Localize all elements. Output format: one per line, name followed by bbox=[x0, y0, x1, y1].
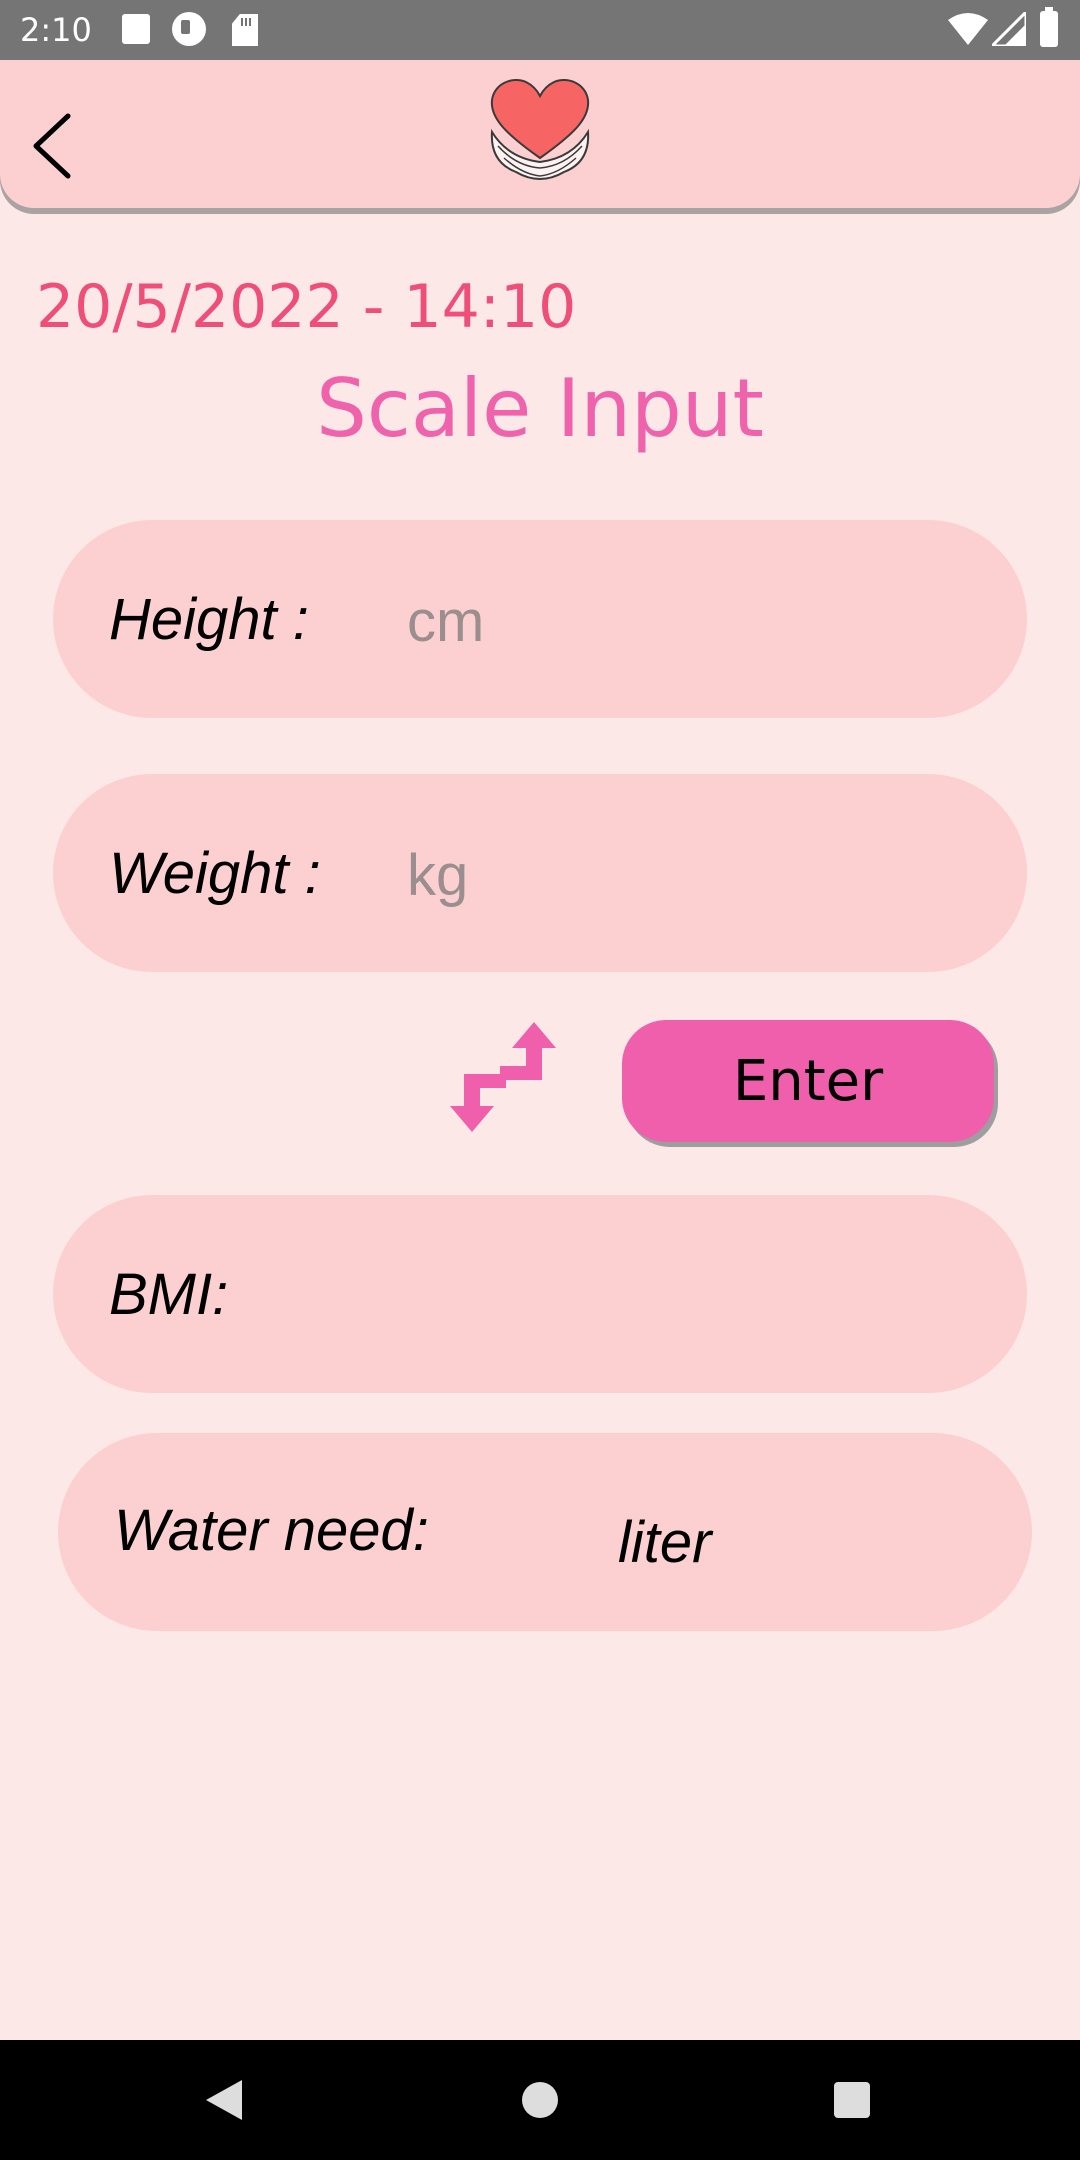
notification-square-icon bbox=[122, 14, 150, 44]
weight-input[interactable] bbox=[407, 830, 967, 920]
nav-back-icon[interactable] bbox=[204, 2078, 244, 2122]
battery-icon bbox=[1040, 7, 1058, 47]
weight-label: Weight : bbox=[109, 841, 321, 906]
sd-card-icon bbox=[232, 14, 258, 46]
height-field-container: Height : bbox=[53, 520, 1027, 718]
datetime-text: 20/5/2022 - 14:10 bbox=[36, 272, 577, 342]
height-input[interactable] bbox=[407, 576, 967, 666]
app-bar bbox=[0, 60, 1080, 208]
back-button[interactable] bbox=[22, 106, 82, 186]
heart-hands-icon bbox=[490, 79, 590, 180]
page-title: Scale Input bbox=[316, 362, 764, 455]
water-need-container: Water need: liter bbox=[58, 1433, 1032, 1631]
height-label: Height : bbox=[109, 587, 309, 652]
bmi-value bbox=[407, 1251, 967, 1341]
nav-recents-icon[interactable] bbox=[834, 2082, 870, 2118]
nav-home-icon[interactable] bbox=[522, 2082, 558, 2118]
water-unit-label: liter bbox=[618, 1510, 712, 1575]
swap-arrows-icon[interactable] bbox=[448, 1022, 558, 1132]
weight-field-container: Weight : bbox=[53, 774, 1027, 972]
enter-button[interactable]: Enter bbox=[622, 1020, 994, 1142]
status-time: 2:10 bbox=[20, 11, 92, 49]
data-saver-icon bbox=[172, 12, 206, 46]
bmi-field-container: BMI: bbox=[53, 1195, 1027, 1393]
signal-icon bbox=[992, 12, 1026, 46]
wifi-icon bbox=[948, 13, 988, 45]
bmi-label: BMI: bbox=[109, 1262, 229, 1327]
system-nav-bar bbox=[0, 2040, 1080, 2160]
water-need-label: Water need: bbox=[114, 1498, 429, 1563]
chevron-left-icon bbox=[33, 113, 71, 179]
status-bar: 2:10 bbox=[0, 0, 1080, 60]
